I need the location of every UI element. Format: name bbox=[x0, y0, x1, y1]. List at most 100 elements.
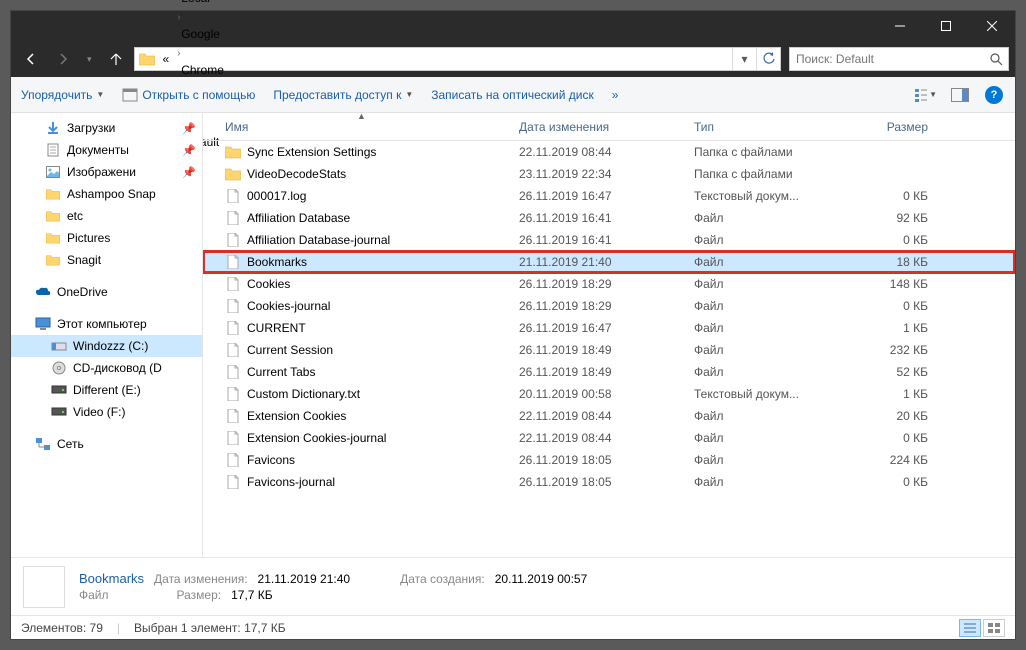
sidebar-images[interactable]: Изображени📌 bbox=[11, 161, 202, 183]
file-row[interactable]: Cookies-journal26.11.2019 18:29Файл0 КБ bbox=[203, 295, 1015, 317]
file-date: 26.11.2019 18:05 bbox=[511, 453, 686, 467]
file-size: 224 КБ bbox=[836, 453, 936, 467]
chevron-right-icon[interactable]: › bbox=[175, 12, 182, 23]
content-area: Имя▲ Дата изменения Тип Размер Sync Exte… bbox=[203, 113, 1015, 557]
close-button[interactable] bbox=[969, 11, 1015, 41]
column-size[interactable]: Размер bbox=[836, 113, 936, 140]
file-type: Файл bbox=[686, 277, 836, 291]
file-row[interactable]: Affiliation Database26.11.2019 16:41Файл… bbox=[203, 207, 1015, 229]
file-type: Файл bbox=[686, 431, 836, 445]
sidebar-drive-c[interactable]: Windozzz (C:) bbox=[11, 335, 202, 357]
sidebar-etc[interactable]: etc bbox=[11, 205, 202, 227]
open-with-button[interactable]: Открыть с помощью bbox=[122, 88, 255, 102]
file-date: 22.11.2019 08:44 bbox=[511, 409, 686, 423]
file-row[interactable]: Favicons-journal26.11.2019 18:05Файл0 КБ bbox=[203, 471, 1015, 493]
downloads-icon bbox=[45, 120, 61, 136]
sidebar-downloads[interactable]: Загрузки📌 bbox=[11, 117, 202, 139]
view-options[interactable]: ▼ bbox=[915, 84, 937, 106]
refresh-button[interactable] bbox=[756, 48, 780, 70]
sidebar-documents[interactable]: Документы📌 bbox=[11, 139, 202, 161]
file-date: 26.11.2019 18:29 bbox=[511, 277, 686, 291]
file-name: Current Session bbox=[247, 343, 333, 357]
search-input[interactable] bbox=[790, 52, 984, 66]
sidebar-drive-d[interactable]: CD-дисковод (D bbox=[11, 357, 202, 379]
details-pane: Bookmarks Дата изменения: 21.11.2019 21:… bbox=[11, 557, 1015, 615]
file-icon bbox=[225, 188, 241, 204]
file-name: Favicons-journal bbox=[247, 475, 335, 489]
pictures-icon bbox=[45, 164, 61, 180]
file-row[interactable]: Current Session26.11.2019 18:49Файл232 К… bbox=[203, 339, 1015, 361]
file-row[interactable]: Affiliation Database-journal26.11.2019 1… bbox=[203, 229, 1015, 251]
more-commands[interactable]: » bbox=[612, 88, 619, 102]
file-row[interactable]: Bookmarks21.11.2019 21:40Файл18 КБ bbox=[203, 251, 1015, 273]
up-button[interactable] bbox=[102, 45, 130, 73]
sidebar-network[interactable]: Сеть bbox=[11, 433, 202, 455]
breadcrumb-prefix[interactable]: « bbox=[157, 48, 176, 70]
sidebar-snagit[interactable]: Snagit bbox=[11, 249, 202, 271]
back-button[interactable] bbox=[17, 45, 45, 73]
sidebar-drive-f[interactable]: Video (F:) bbox=[11, 401, 202, 423]
address-dropdown[interactable]: ▾ bbox=[732, 48, 756, 70]
file-type: Файл bbox=[686, 255, 836, 269]
sidebar-thispc[interactable]: Этот компьютер bbox=[11, 313, 202, 335]
file-date: 22.11.2019 08:44 bbox=[511, 145, 686, 159]
chevron-right-icon[interactable]: › bbox=[175, 48, 182, 59]
navbar: ▾ « AppData›Local›Google›Chrome›User Dat… bbox=[11, 41, 1015, 77]
file-row[interactable]: Current Tabs26.11.2019 18:49Файл52 КБ bbox=[203, 361, 1015, 383]
file-date: 20.11.2019 00:58 bbox=[511, 387, 686, 401]
search-icon[interactable] bbox=[984, 52, 1008, 66]
column-type[interactable]: Тип bbox=[686, 113, 836, 140]
file-row[interactable]: Extension Cookies-journal22.11.2019 08:4… bbox=[203, 427, 1015, 449]
column-date[interactable]: Дата изменения bbox=[511, 113, 686, 140]
column-name[interactable]: Имя▲ bbox=[203, 113, 511, 140]
file-type: Файл bbox=[686, 343, 836, 357]
onedrive-icon bbox=[35, 284, 51, 300]
details-view-button[interactable] bbox=[959, 619, 981, 637]
sidebar-onedrive[interactable]: OneDrive bbox=[11, 281, 202, 303]
sidebar-pictures[interactable]: Pictures bbox=[11, 227, 202, 249]
minimize-button[interactable] bbox=[877, 11, 923, 41]
file-date: 26.11.2019 18:49 bbox=[511, 343, 686, 357]
file-row[interactable]: Custom Dictionary.txt 20.11.2019 00:58Тек… bbox=[203, 383, 1015, 405]
file-list[interactable]: Sync Extension Settings22.11.2019 08:44П… bbox=[203, 141, 1015, 557]
forward-button[interactable] bbox=[49, 45, 77, 73]
help-button[interactable]: ? bbox=[983, 84, 1005, 106]
preview-pane-toggle[interactable] bbox=[949, 84, 971, 106]
burn-button[interactable]: Записать на оптический диск bbox=[431, 88, 594, 102]
file-type: Текстовый докум... bbox=[686, 387, 836, 401]
address-bar[interactable]: « AppData›Local›Google›Chrome›User Data›… bbox=[134, 47, 781, 71]
file-row[interactable]: Favicons26.11.2019 18:05Файл224 КБ bbox=[203, 449, 1015, 471]
sidebar-ashampoo[interactable]: Ashampoo Snap bbox=[11, 183, 202, 205]
file-type: Файл bbox=[686, 409, 836, 423]
sidebar-drive-e[interactable]: Different (E:) bbox=[11, 379, 202, 401]
history-dropdown[interactable]: ▾ bbox=[81, 54, 98, 65]
nav-pane: Загрузки📌 Документы📌 Изображени📌 Ashampo… bbox=[11, 113, 203, 557]
file-name: Custom Dictionary.txt bbox=[247, 387, 360, 401]
file-row[interactable]: 000017.log26.11.2019 16:47Текстовый доку… bbox=[203, 185, 1015, 207]
computer-icon bbox=[35, 316, 51, 332]
file-type: Папка с файлами bbox=[686, 145, 836, 159]
file-row[interactable]: CURRENT26.11.2019 16:47Файл1 КБ bbox=[203, 317, 1015, 339]
maximize-button[interactable] bbox=[923, 11, 969, 41]
file-date: 26.11.2019 16:41 bbox=[511, 211, 686, 225]
file-row[interactable]: VideoDecodeStats23.11.2019 22:34Папка с … bbox=[203, 163, 1015, 185]
icons-view-button[interactable] bbox=[983, 619, 1005, 637]
explorer-window: ▾ « AppData›Local›Google›Chrome›User Dat… bbox=[10, 10, 1016, 640]
file-row[interactable]: Extension Cookies22.11.2019 08:44Файл20 … bbox=[203, 405, 1015, 427]
organize-menu[interactable]: Упорядочить▼ bbox=[21, 88, 104, 102]
file-size: 92 КБ bbox=[836, 211, 936, 225]
folder-icon bbox=[45, 208, 61, 224]
share-menu[interactable]: Предоставить доступ к▼ bbox=[273, 88, 413, 102]
file-type: Файл bbox=[686, 321, 836, 335]
status-bar: Элементов: 79 | Выбран 1 элемент: 17,7 К… bbox=[11, 615, 1015, 639]
search-box[interactable] bbox=[789, 47, 1009, 71]
file-size: 1 КБ bbox=[836, 387, 936, 401]
file-icon bbox=[225, 276, 241, 292]
breadcrumb-segment[interactable]: Google bbox=[175, 23, 241, 45]
file-row[interactable]: Cookies26.11.2019 18:29Файл148 КБ bbox=[203, 273, 1015, 295]
breadcrumb-segment[interactable]: Local bbox=[175, 0, 241, 9]
file-name: Current Tabs bbox=[247, 365, 315, 379]
file-icon bbox=[225, 386, 241, 402]
file-row[interactable]: Sync Extension Settings22.11.2019 08:44П… bbox=[203, 141, 1015, 163]
folder-icon bbox=[225, 144, 241, 160]
